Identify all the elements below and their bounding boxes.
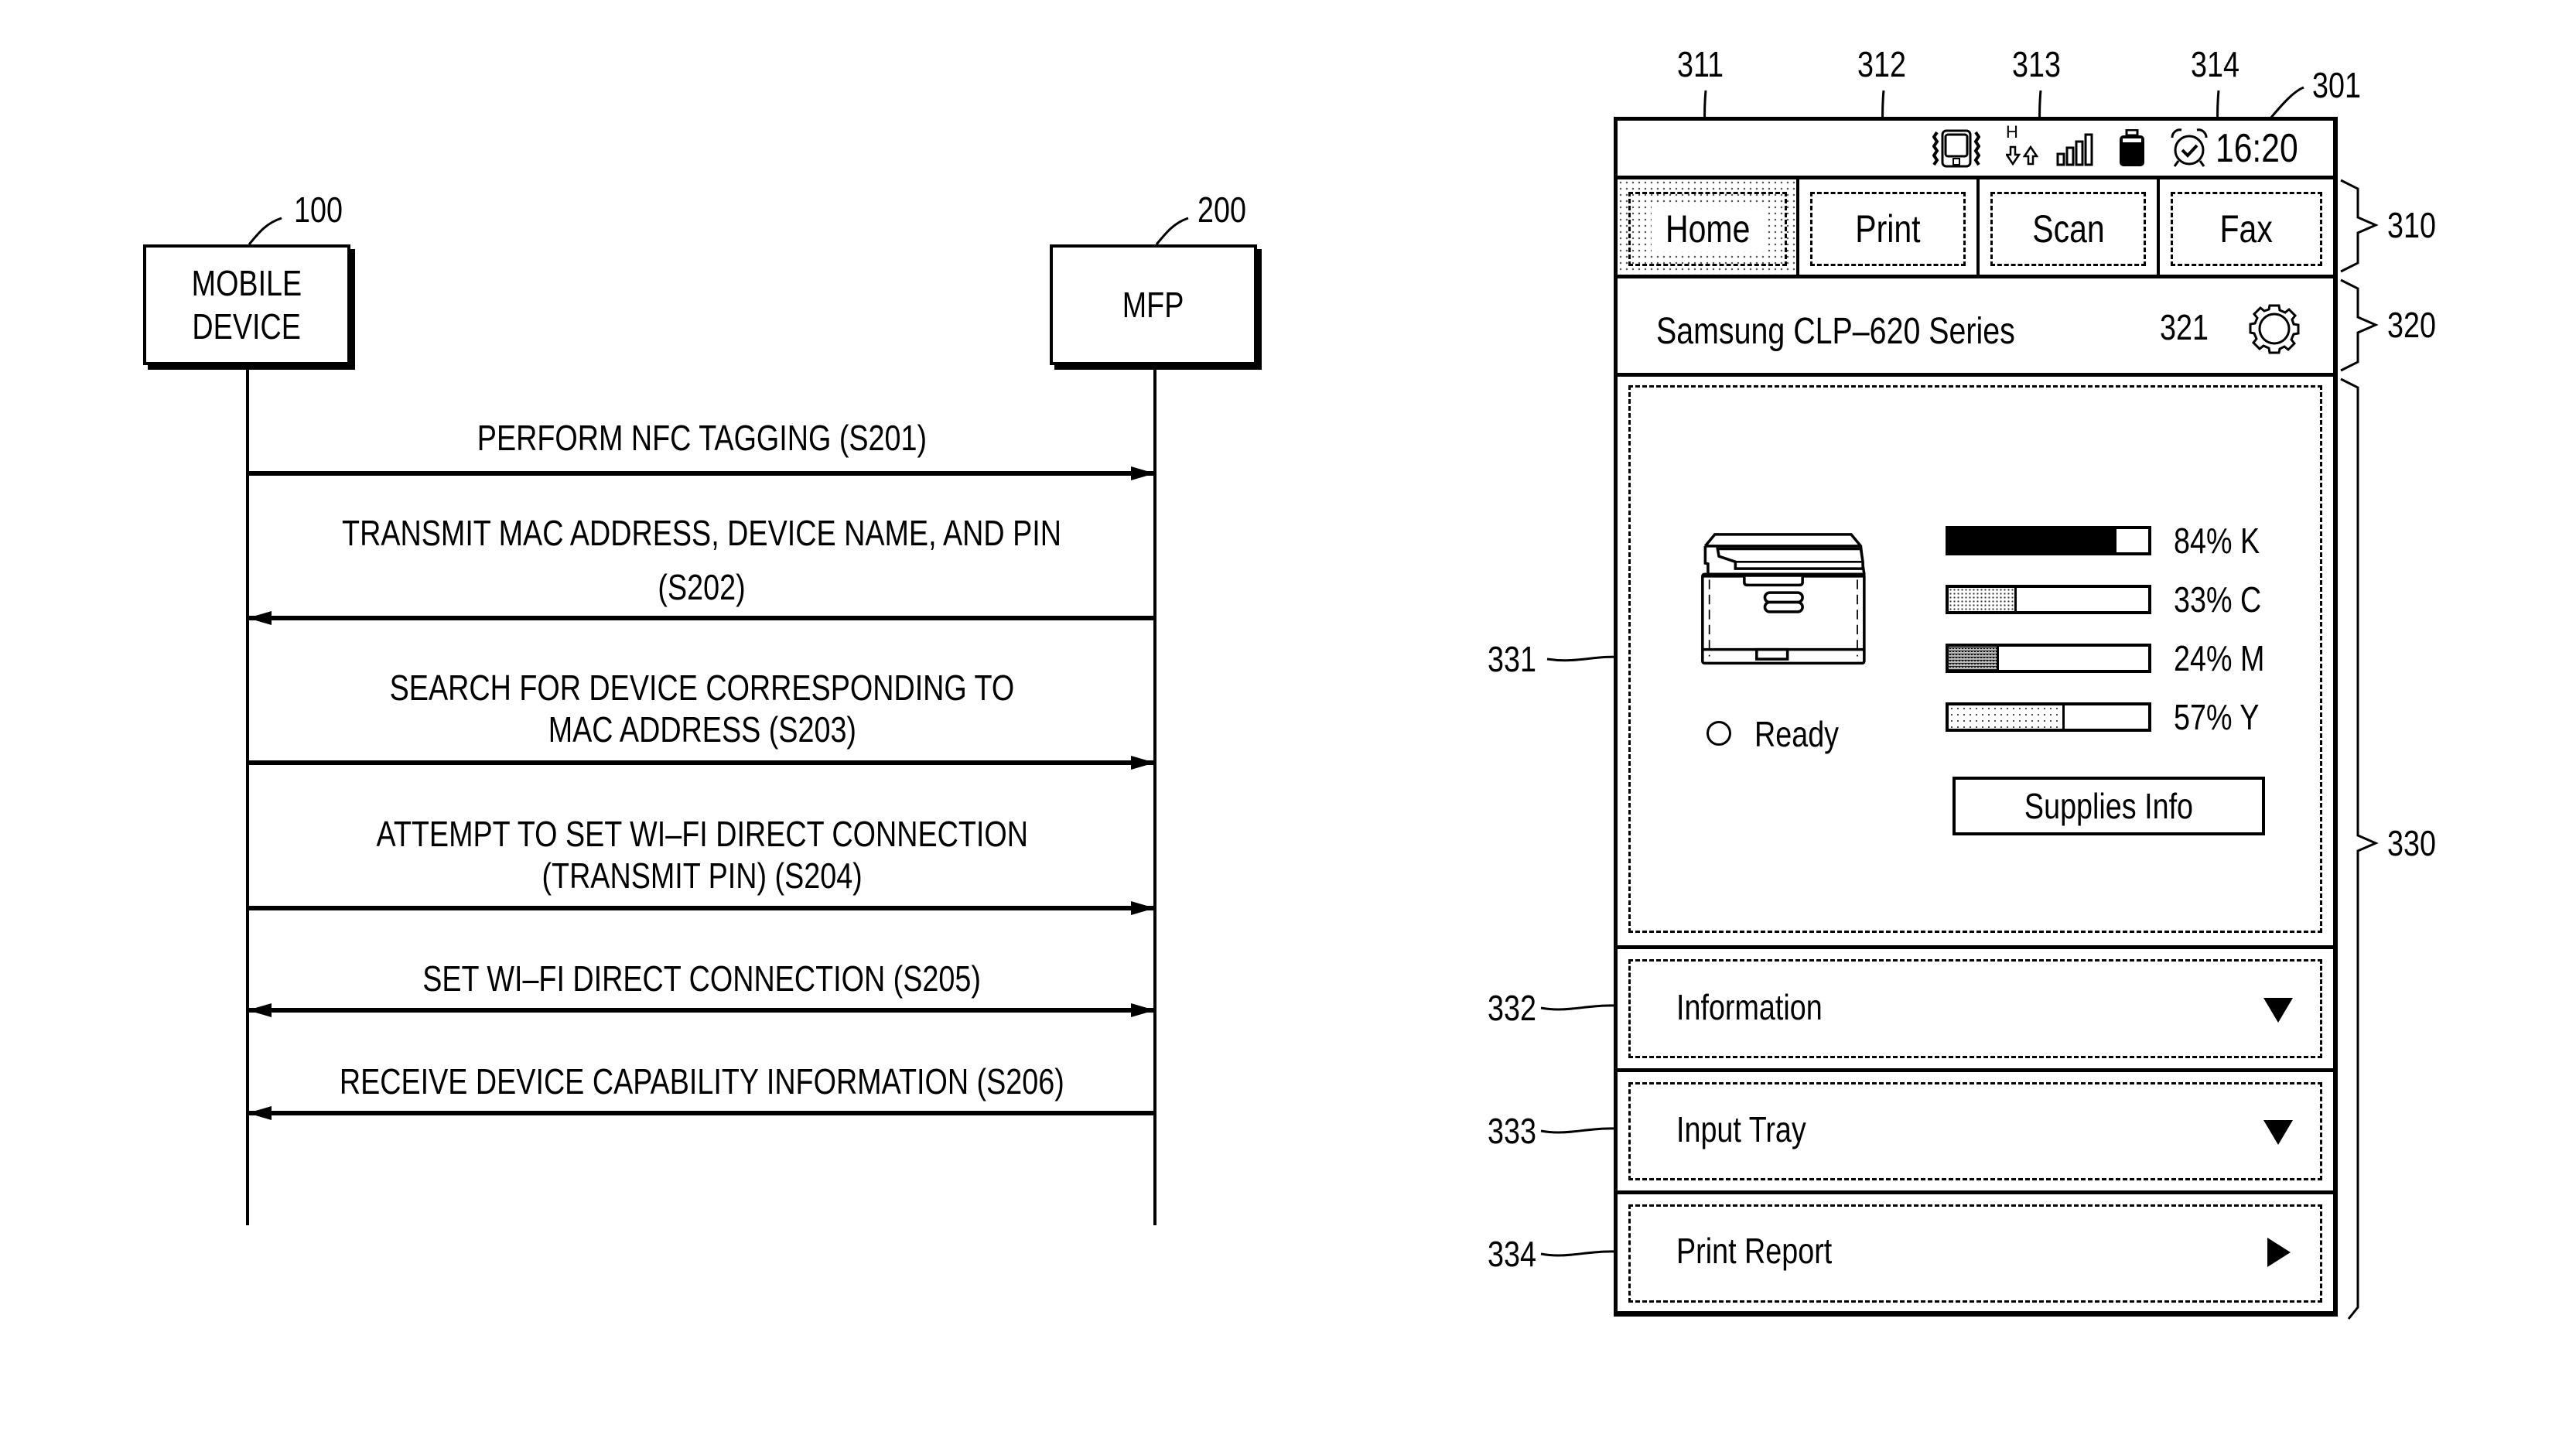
menu-item-input-tray[interactable]: Input Tray bbox=[1618, 1072, 2333, 1190]
data-transfer-arrows-icon bbox=[2006, 145, 2038, 166]
divider bbox=[1618, 373, 2333, 377]
tab-label: Print bbox=[1855, 207, 1921, 251]
leader-line-200 bbox=[1155, 217, 1189, 245]
ref-label-312: 312 bbox=[1857, 44, 1906, 84]
leader-line-100 bbox=[248, 217, 282, 245]
menu-item-label: Input Tray bbox=[1676, 1109, 1806, 1149]
toner-fill-m bbox=[1949, 647, 1999, 670]
status-bar: H 16:20 bbox=[1618, 121, 2333, 176]
tab-fax[interactable]: Fax bbox=[2157, 179, 2333, 278]
status-time: 16:20 bbox=[2215, 126, 2298, 171]
tab-label: Home bbox=[1651, 207, 1765, 251]
ref-label-301: 301 bbox=[2312, 65, 2361, 105]
tab-label: Scan bbox=[2031, 207, 2105, 251]
toner-bar-k bbox=[1946, 526, 2151, 555]
ref-label-311: 311 bbox=[1677, 44, 1724, 84]
toner-label-c: 33% C bbox=[2174, 579, 2262, 620]
ref-label-313: 313 bbox=[2012, 44, 2061, 84]
printer-status-text: Ready bbox=[1754, 714, 1840, 754]
tab-label: Fax bbox=[2219, 207, 2274, 251]
menu-item-print-report[interactable]: Print Report bbox=[1618, 1194, 2333, 1312]
signal-strength-icon bbox=[2056, 133, 2093, 166]
data-network-type: H bbox=[2006, 122, 2018, 142]
brace-320 bbox=[2340, 278, 2379, 372]
arrowhead-s203 bbox=[1131, 756, 1155, 770]
chevron-down-icon[interactable] bbox=[2263, 1120, 2293, 1145]
status-indicator-icon bbox=[1707, 721, 1731, 746]
ref-label-334: 334 bbox=[1488, 1234, 1536, 1274]
toner-fill-c bbox=[1949, 588, 2017, 611]
arrowhead-s206 bbox=[248, 1106, 272, 1120]
device-header: Samsung CLP–620 Series bbox=[1618, 282, 2333, 377]
menu-item-information[interactable]: Information bbox=[1618, 949, 2333, 1068]
toner-bar-y bbox=[1946, 702, 2151, 732]
tab-scan[interactable]: Scan bbox=[1976, 179, 2157, 278]
vibrate-icon bbox=[1932, 129, 1980, 168]
mfp-app-screen: H 16:20 Home Print Scan Fax Samsung CLP–… bbox=[1614, 117, 2338, 1317]
ref-label-333: 333 bbox=[1488, 1111, 1536, 1151]
ref-label-331: 331 bbox=[1488, 639, 1536, 679]
toner-bar-c bbox=[1946, 585, 2151, 614]
toner-label-m: 24% M bbox=[2174, 638, 2265, 678]
arrowhead-s202 bbox=[248, 611, 272, 625]
gear-icon[interactable] bbox=[2247, 302, 2301, 356]
ref-label-310: 310 bbox=[2387, 205, 2436, 245]
ref-label-330: 330 bbox=[2387, 823, 2436, 863]
ref-label-314: 314 bbox=[2191, 44, 2239, 84]
ref-label-332: 332 bbox=[1488, 988, 1536, 1028]
tab-print[interactable]: Print bbox=[1796, 179, 1976, 278]
arrowhead-s205-left bbox=[248, 1003, 272, 1017]
brace-330 bbox=[2340, 377, 2379, 1320]
menu-item-label: Information bbox=[1676, 987, 1823, 1027]
battery-icon bbox=[2120, 129, 2144, 166]
toner-bar-m bbox=[1946, 644, 2151, 673]
ref-label-321: 321 bbox=[2160, 307, 2209, 347]
arrowhead-s205-right bbox=[1131, 1003, 1155, 1017]
menu-item-label: Print Report bbox=[1676, 1231, 1833, 1271]
printer-icon bbox=[1701, 533, 1866, 665]
tab-home[interactable]: Home bbox=[1618, 179, 1798, 278]
device-title: Samsung CLP–620 Series bbox=[1656, 311, 2015, 352]
brace-310 bbox=[2340, 179, 2379, 273]
arrowhead-s204 bbox=[1131, 901, 1155, 915]
toner-label-y: 57% Y bbox=[2174, 697, 2260, 737]
chevron-down-icon[interactable] bbox=[2263, 998, 2293, 1023]
toner-fill-k bbox=[1949, 529, 2116, 552]
toner-fill-y bbox=[1949, 705, 2065, 729]
supplies-info-button[interactable]: Supplies Info bbox=[1952, 777, 2265, 835]
chevron-right-icon[interactable] bbox=[2267, 1238, 2291, 1267]
hsdpa-data-icon: H bbox=[2006, 124, 2038, 170]
divider bbox=[1618, 275, 2333, 278]
alarm-icon bbox=[2171, 128, 2208, 167]
toner-label-k: 84% K bbox=[2174, 521, 2260, 561]
ref-label-320: 320 bbox=[2387, 305, 2436, 345]
leader-line-301 bbox=[2269, 86, 2304, 119]
arrowhead-s201 bbox=[1131, 466, 1155, 480]
